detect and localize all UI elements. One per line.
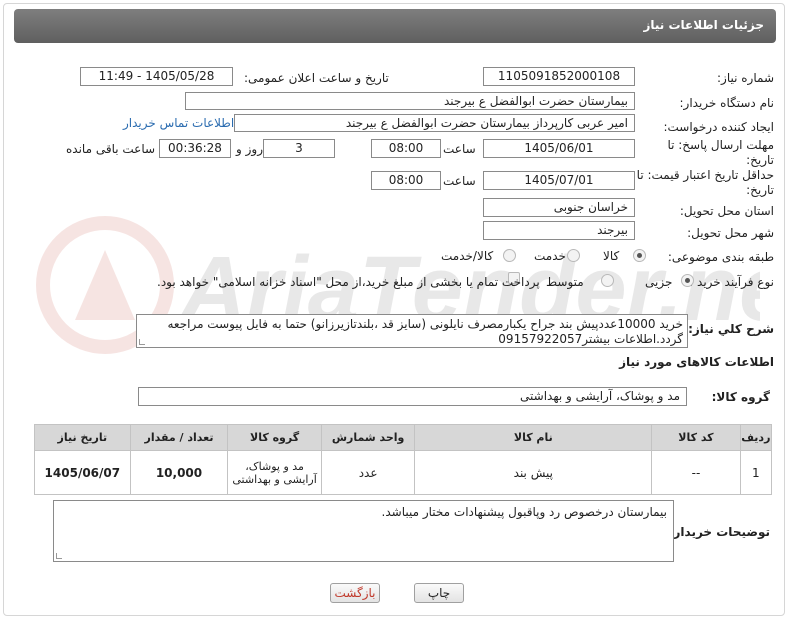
remaining-time-field: 00:36:28 [159,139,231,158]
description-number: 10000 [617,317,656,331]
price-validity-time-label: ساعت [443,174,476,188]
category-radio-service[interactable] [567,249,580,262]
goods-info-title: اطلاعات کالاهای مورد نیاز [619,355,774,369]
description-prefix: خرید [655,317,683,331]
resize-grip-icon[interactable] [139,339,145,345]
treasury-payment-note: پرداخت تمام یا بخشی از مبلغ خرید،از محل … [157,275,540,289]
price-validity-time-field: 08:00 [371,171,441,190]
back-button[interactable]: بازگشت [330,583,380,603]
description-body: عددپیش بند جراح یکبارمصرف نایلونی (سایز … [167,317,683,346]
buyer-notes-textarea[interactable]: بیمارستان درخصوص رد وپاقبول پیشنهادات مخ… [53,500,674,562]
city-field: بیرجند [483,221,635,240]
table-row: 1 -- پیش بند عدد مد و پوشاک، آرایشی و به… [34,450,773,495]
category-radio-goods[interactable] [633,249,646,262]
province-label: استان محل تحویل: [679,204,774,218]
col-code: کد کالا [651,424,741,451]
province-field: خراسان جنوبی [483,198,635,217]
description-textarea[interactable]: خرید 10000عددپیش بند جراح یکبارمصرف نایل… [136,314,688,348]
process-label: نوع فرآیند خرید : [689,275,774,289]
remaining-time-label: ساعت باقی مانده [66,142,156,156]
cell-unit: عدد [320,450,416,495]
description-label: شرح کلي نياز: [688,322,774,336]
category-radio-goods-service[interactable] [503,249,516,262]
price-validity-date-field: 1405/07/01 [483,171,635,190]
buyer-org-field: بیمارستان حضرت ابوالفضل ع بیرجند [185,92,635,110]
category-option-service: خدمت [534,249,566,263]
buyer-contact-link[interactable]: اطلاعات تماس خریدار [123,116,234,130]
announce-field: 1405/05/28 - 11:49 [80,67,233,86]
col-name: نام کالا [414,424,653,451]
col-unit: واحد شمارش [320,424,416,451]
description-phone: 09157922057 [498,332,583,346]
cell-group: مد و پوشاک، آرایشی و بهداشتی [227,450,322,495]
page-title: جزئیات اطلاعات نیاز [643,18,764,32]
cell-need-date: 1405/06/07 [34,450,131,495]
price-validity-label: حداقل تاریخ اعتبار قیمت: تا تاریخ: [636,168,774,197]
deadline-date-field: 1405/06/01 [483,139,635,158]
buyer-org-label: نام دستگاه خریدار: [679,96,775,110]
deadline-days-label: روز و [236,142,263,156]
cell-quantity: 10,000 [129,450,229,495]
col-quantity: تعداد / مقدار [129,424,229,451]
cell-code: -- [651,450,741,495]
deadline-days-field: 3 [263,139,335,158]
category-label: طبقه بندی موضوعی: [667,250,774,264]
process-radio-minor[interactable] [681,274,694,287]
cell-name: پیش بند [414,450,653,495]
process-option-medium: متوسط [546,275,584,289]
page-header: جزئیات اطلاعات نیاز [14,9,776,43]
buyer-notes-text: بیمارستان درخصوص رد وپاقبول پیشنهادات مخ… [381,505,667,519]
deadline-label: مهلت ارسال پاسخ: تا تاریخ: [667,138,774,167]
deadline-time-field: 08:00 [371,139,441,158]
announce-label: تاریخ و ساعت اعلان عمومی: [244,71,389,85]
process-radio-medium[interactable] [601,274,614,287]
col-row: ردیف [739,424,773,451]
goods-group-field: مد و پوشاک، آرایشی و بهداشتی [138,387,687,406]
category-option-goods-service: کالا/خدمت [441,249,494,263]
requester-field: امیر عربی کارپرداز بیمارستان حضرت ابوالف… [234,114,635,132]
deadline-time-label: ساعت [443,142,476,156]
city-label: شهر محل تحویل: [687,226,774,240]
need-number-label: شماره نیاز: [717,71,774,85]
resize-grip-icon[interactable] [56,553,62,559]
requester-label: ایجاد کننده درخواست: [663,120,774,134]
buyer-notes-label: توضیحات خریدار: [668,525,770,539]
col-need-date: تاریخ نیاز [34,424,131,451]
category-option-goods: کالا [603,249,620,263]
col-group: گروه کالا [227,424,322,451]
process-option-minor: جزیی [645,275,673,289]
goods-table: ردیف کد کالا نام کالا واحد شمارش گروه کا… [34,424,773,495]
need-number-field: 1105091852000108 [483,67,635,86]
print-button[interactable]: چاپ [414,583,464,603]
cell-row: 1 [739,450,773,495]
goods-group-label: گروه کالا: [711,390,770,404]
